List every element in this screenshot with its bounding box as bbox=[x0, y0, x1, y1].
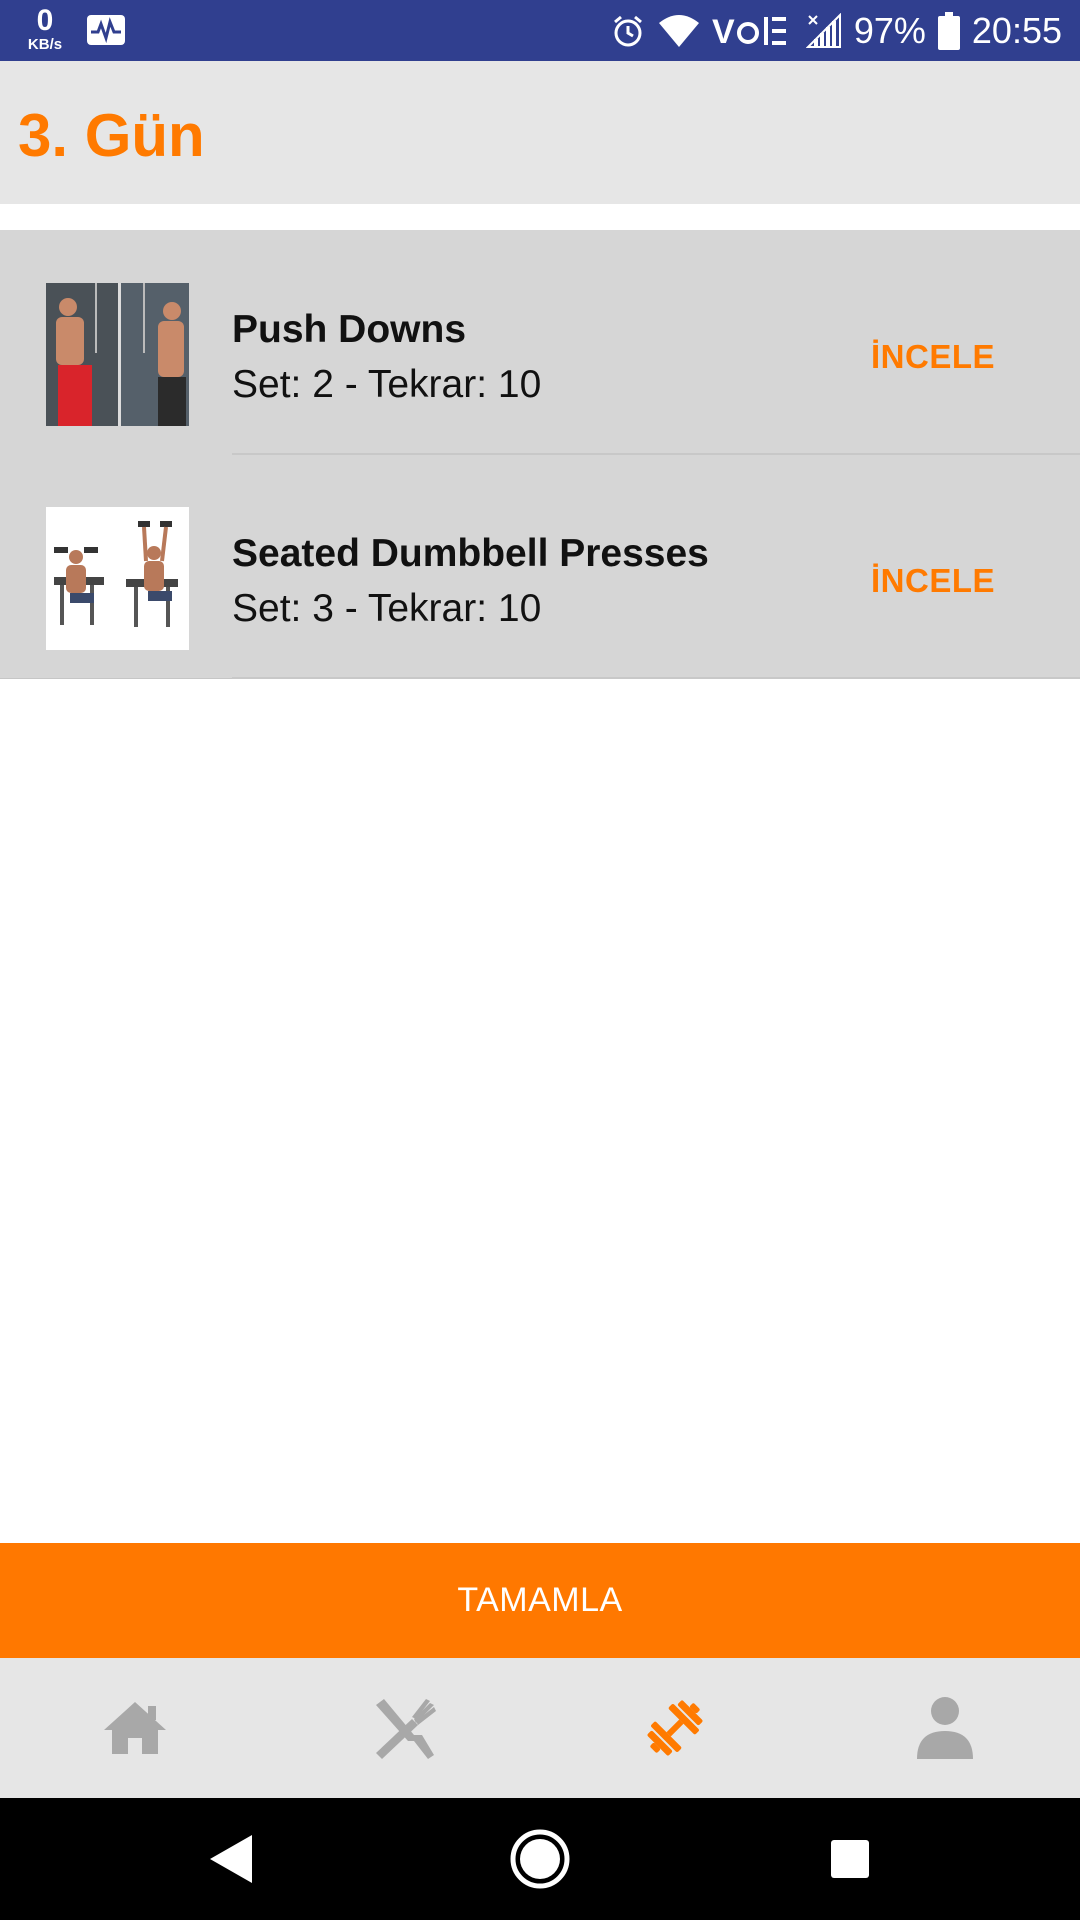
wifi-icon bbox=[658, 14, 699, 47]
network-speed-unit: KB/s bbox=[27, 36, 63, 53]
page-title: 3. Gün bbox=[18, 102, 205, 169]
battery-percent: 97% bbox=[853, 9, 926, 51]
row-divider bbox=[232, 677, 1080, 679]
status-bar: 0 KB/s V 97% 20:55 bbox=[0, 0, 1080, 61]
list-item[interactable]: Seated Dumbbell Presses Set: 3 - Tekrar:… bbox=[0, 454, 1080, 679]
nav-workout[interactable] bbox=[540, 1658, 810, 1798]
volte-icon: V bbox=[712, 13, 786, 51]
nav-nutrition[interactable] bbox=[270, 1658, 540, 1798]
svg-text:V: V bbox=[712, 13, 735, 51]
nav-profile[interactable] bbox=[810, 1658, 1080, 1798]
list-item[interactable]: Push Downs Set: 2 - Tekrar: 10 İNCELE bbox=[0, 230, 1080, 455]
complete-button[interactable]: TAMAMLA bbox=[0, 1543, 1080, 1658]
dumbbell-icon bbox=[647, 1700, 703, 1756]
back-icon bbox=[210, 1835, 252, 1883]
exercise-name: Seated Dumbbell Presses bbox=[232, 532, 709, 575]
exercise-thumbnail bbox=[46, 283, 189, 426]
inspect-button[interactable]: İNCELE bbox=[871, 562, 995, 600]
home-system-button[interactable] bbox=[508, 1798, 572, 1920]
bottom-nav bbox=[0, 1658, 1080, 1798]
battery-icon bbox=[937, 11, 960, 50]
signal-icon bbox=[805, 12, 841, 48]
square-recents-icon bbox=[831, 1840, 869, 1878]
utensils-icon bbox=[376, 1699, 436, 1759]
system-nav-bar bbox=[0, 1798, 1080, 1920]
nav-home[interactable] bbox=[0, 1658, 270, 1798]
circle-home-icon bbox=[510, 1829, 570, 1889]
recents-button[interactable] bbox=[826, 1798, 874, 1920]
person-icon bbox=[917, 1697, 973, 1759]
exercise-list: Push Downs Set: 2 - Tekrar: 10 İNCELE Se… bbox=[0, 230, 1080, 679]
exercise-sets-reps: Set: 2 - Tekrar: 10 bbox=[232, 363, 542, 406]
page-header: 3. Gün bbox=[0, 61, 1080, 204]
network-speed: 0 KB/s bbox=[20, 4, 70, 53]
network-speed-value: 0 bbox=[36, 4, 54, 37]
clock: 20:55 bbox=[971, 9, 1062, 51]
exercise-thumbnail bbox=[46, 507, 189, 650]
back-button[interactable] bbox=[200, 1798, 260, 1920]
exercise-sets-reps: Set: 3 - Tekrar: 10 bbox=[232, 587, 542, 630]
activity-icon bbox=[87, 15, 125, 45]
inspect-button[interactable]: İNCELE bbox=[871, 338, 995, 376]
home-icon bbox=[104, 1702, 166, 1754]
exercise-name: Push Downs bbox=[232, 308, 467, 351]
alarm-icon bbox=[613, 15, 642, 46]
